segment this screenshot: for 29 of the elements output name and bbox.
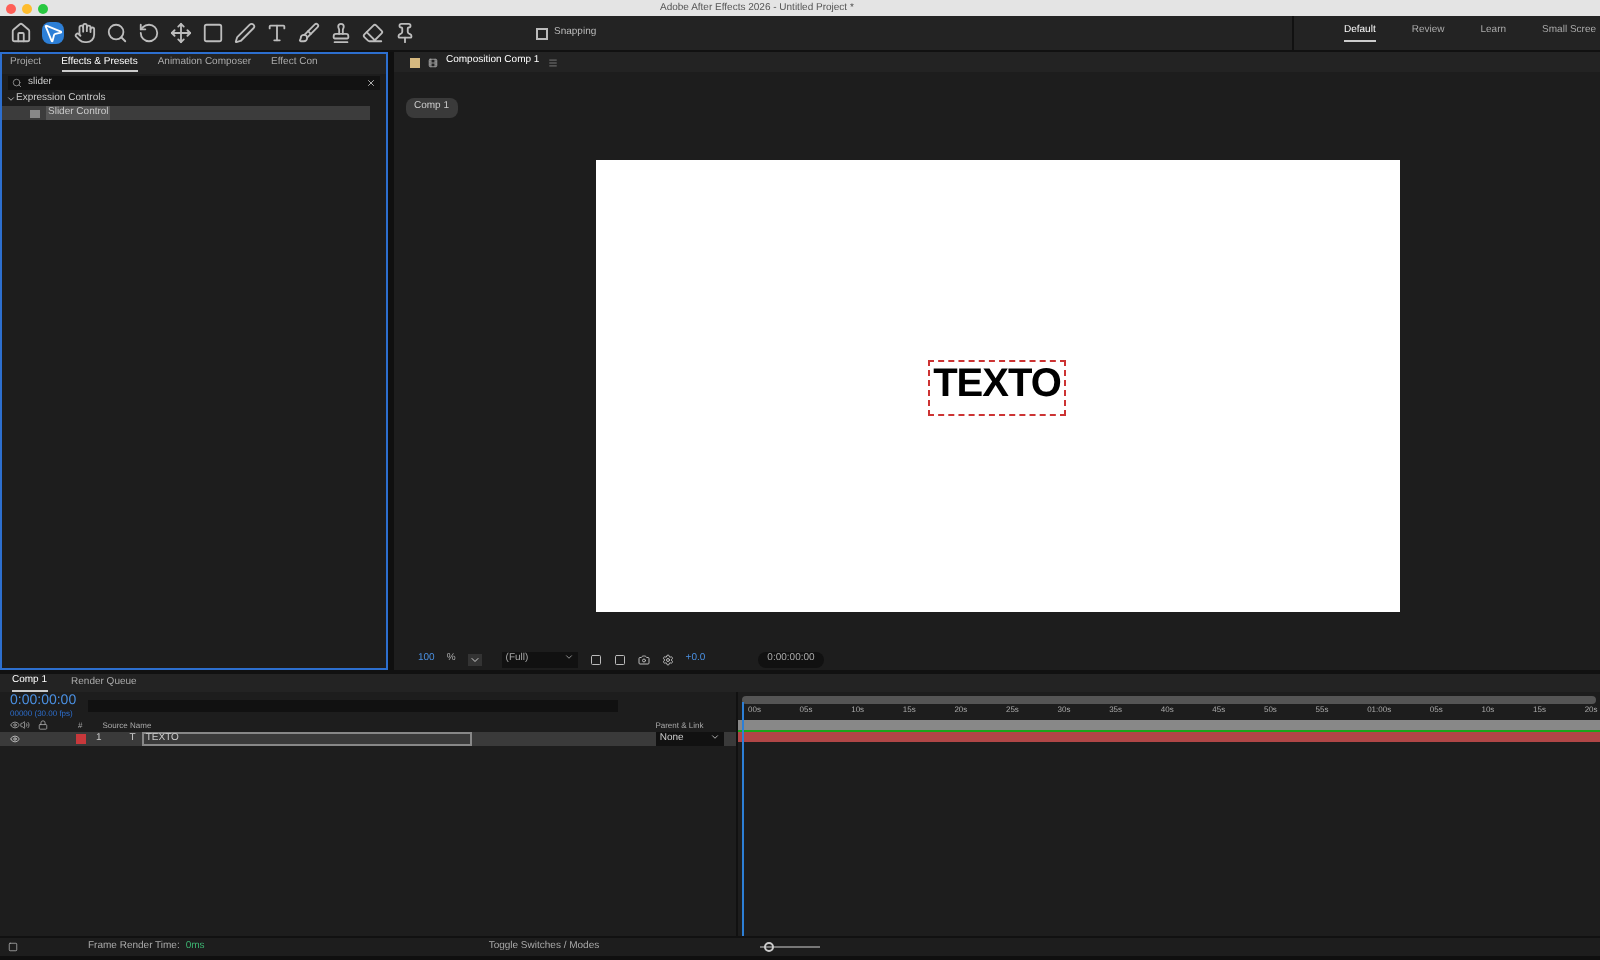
visibility-icon[interactable] [10,720,20,730]
hand-icon[interactable] [74,22,96,44]
home-icon[interactable] [10,22,32,44]
pen-icon[interactable] [234,22,256,44]
selection-handles-drawing[interactable] [927,360,1067,416]
rectangle-icon[interactable] [202,22,224,44]
snapping-checkbox[interactable] [536,27,548,39]
canvas-text[interactable]: TEXTO [933,362,1061,406]
brush-icon[interactable] [298,22,320,44]
move-icon[interactable] [170,22,192,44]
pin-icon[interactable] [394,22,416,44]
audio-icon[interactable] [20,720,30,730]
settings-icon[interactable] [661,654,674,666]
pointer-icon[interactable] [42,22,64,44]
chevron-icon[interactable] [6,94,16,104]
lock-icon[interactable] [38,720,48,730]
chevron-icon [709,731,720,742]
snapshot-icon[interactable] [637,654,650,666]
search-icon [12,78,22,88]
rotate-icon[interactable] [138,22,160,44]
chevron-icon [563,652,574,663]
zoom-slider-thumb[interactable] [764,942,775,952]
zoom-icon[interactable] [106,22,128,44]
visibility-icon[interactable] [10,734,20,744]
label-color-swatch[interactable] [76,734,86,744]
dropdown-icon[interactable] [467,654,482,666]
stamp-icon[interactable] [330,22,352,44]
text-tool-icon[interactable] [266,22,288,44]
eraser-icon[interactable] [362,22,384,44]
